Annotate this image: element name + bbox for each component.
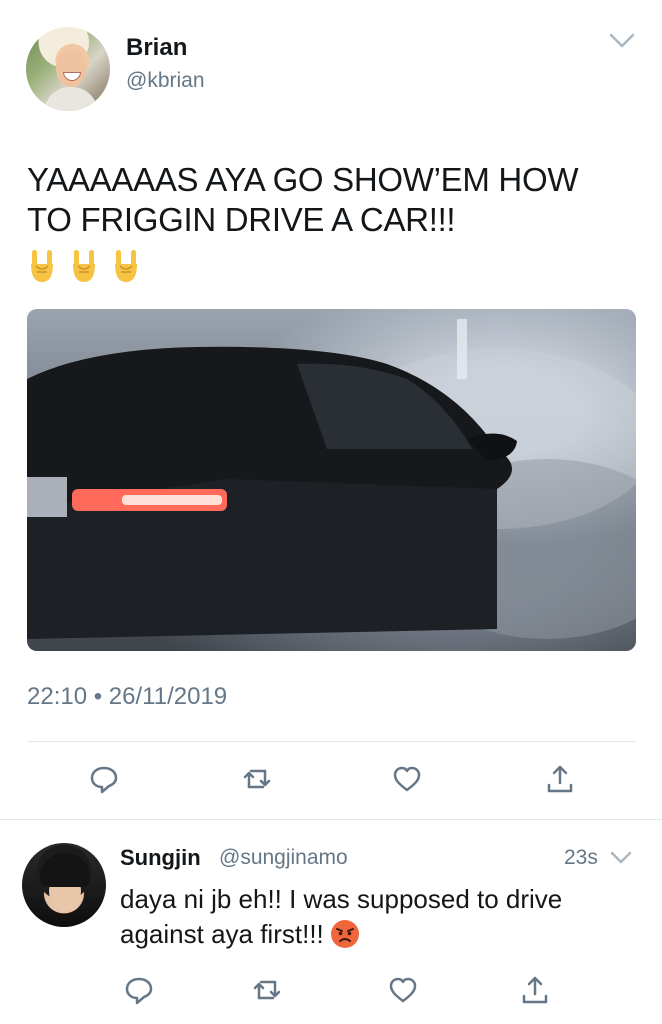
tweet-timestamp: 22:10 • 26/11/2019 (27, 683, 228, 710)
car-photo-illustration (27, 319, 636, 639)
reply-actions (0, 974, 662, 1006)
avatar-hair (40, 853, 90, 887)
divider (27, 741, 636, 742)
emoji-row (27, 248, 141, 284)
separator (0, 819, 662, 820)
avatar-face (56, 49, 86, 87)
chevron-down-icon[interactable] (608, 31, 636, 51)
share-icon[interactable] (519, 974, 551, 1006)
reply-icon[interactable] (123, 974, 155, 1006)
author-name[interactable]: Brian (126, 34, 187, 62)
reply-author-handle[interactable]: @sungjinamo (219, 846, 348, 870)
retweet-icon[interactable] (241, 763, 273, 795)
angry-face-emoji (330, 920, 359, 948)
reply-icon[interactable] (88, 763, 120, 795)
reply-text-container: daya ni jb eh!! I was supposed to drive … (120, 882, 640, 952)
reply-age: 23s (564, 846, 598, 869)
retweet-icon[interactable] (251, 974, 283, 1006)
avatar-sungjin[interactable] (22, 843, 106, 927)
tweet-actions (0, 763, 662, 795)
sign-of-the-horns-emoji (73, 250, 95, 282)
avatar-shirt (44, 87, 98, 111)
share-icon[interactable] (544, 763, 576, 795)
like-icon[interactable] (387, 974, 419, 1006)
tweet-photo[interactable] (27, 309, 636, 651)
author-handle[interactable]: @kbrian (126, 69, 205, 93)
avatar-brian[interactable] (26, 27, 110, 111)
tweet-text: YAAAAAAS AYA GO SHOW’EM HOW TO FRIGGIN D… (27, 161, 579, 238)
reply-author-name[interactable]: Sungjin (120, 845, 201, 871)
sign-of-the-horns-emoji (115, 250, 137, 282)
chevron-down-icon[interactable] (609, 850, 633, 866)
like-icon[interactable] (391, 763, 423, 795)
sign-of-the-horns-emoji (31, 250, 53, 282)
